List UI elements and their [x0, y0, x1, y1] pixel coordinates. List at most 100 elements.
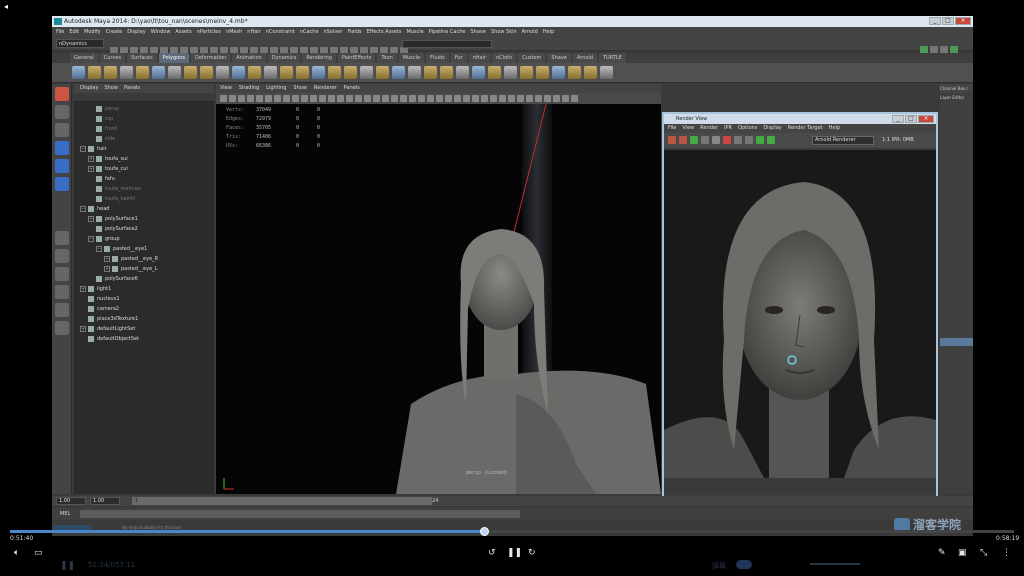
minimize-button[interactable]: _: [929, 17, 941, 25]
viewport-tool-icon[interactable]: [454, 95, 461, 102]
viewport-tool-icon[interactable]: [553, 95, 560, 102]
shelf-tool-icon[interactable]: [264, 66, 277, 79]
viewport-tool-icon[interactable]: [256, 95, 263, 102]
shelf-tool-icon[interactable]: [424, 66, 437, 79]
outliner-item[interactable]: fafu: [74, 174, 214, 184]
outliner-item[interactable]: + light1: [74, 284, 214, 294]
outliner-item[interactable]: place3dTexture1: [74, 314, 214, 324]
menu-nmesh[interactable]: nMesh: [226, 27, 242, 37]
viewport-tool-icon[interactable]: [427, 95, 434, 102]
viewport-menu-shading[interactable]: Shading: [239, 84, 259, 93]
viewport-tool-icon[interactable]: [490, 95, 497, 102]
viewport-tool-icon[interactable]: [526, 95, 533, 102]
expand-toggle-icon[interactable]: +: [80, 285, 86, 292]
shelf-tool-icon[interactable]: [504, 66, 517, 79]
lasso-tool-icon[interactable]: [54, 105, 69, 119]
expand-toggle-icon[interactable]: +: [104, 265, 110, 272]
menu-ncache[interactable]: nCache: [300, 27, 319, 37]
forward-icon[interactable]: ↻: [528, 548, 536, 558]
shelf-tab-turtle[interactable]: TURTLE: [599, 53, 626, 63]
viewport-menu-lighting[interactable]: Lighting: [266, 84, 286, 93]
layout-hypershade-icon[interactable]: [54, 303, 69, 317]
perspective-viewport[interactable]: Verts: 37049 0 0 Edges: 72979 0 0 Faces: 35705 0 0 T…: [216, 104, 661, 494]
outliner-item[interactable]: toufa_hairtil: [74, 194, 214, 204]
layout-single-icon[interactable]: [54, 231, 69, 245]
viewport-tool-icon[interactable]: [463, 95, 470, 102]
keep-image-icon[interactable]: [712, 136, 720, 144]
shelf-tab-shave[interactable]: Shave: [547, 53, 571, 63]
outliner-item[interactable]: − hair: [74, 144, 214, 154]
start-time-field[interactable]: 1.00: [56, 497, 86, 505]
viewport-menu-view[interactable]: View: [220, 84, 232, 93]
outliner-search-field[interactable]: [74, 93, 214, 102]
volume-icon[interactable]: 🔈︎: [14, 548, 19, 558]
outliner-item[interactable]: top: [74, 114, 214, 124]
expand-toggle-icon[interactable]: −: [88, 235, 94, 242]
shelf-tool-icon[interactable]: [88, 66, 101, 79]
menu-window[interactable]: Window: [151, 27, 171, 37]
viewport-tool-icon[interactable]: [292, 95, 299, 102]
shrink-icon[interactable]: ⤡: [980, 548, 987, 558]
viewport-tool-icon[interactable]: [382, 95, 389, 102]
shelf-tool-icon[interactable]: [568, 66, 581, 79]
rewind-icon[interactable]: ↺: [488, 548, 496, 558]
menu-display[interactable]: Display: [127, 27, 145, 37]
viewport-tool-icon[interactable]: [355, 95, 362, 102]
menu-arnold[interactable]: Arnold: [522, 27, 538, 37]
shelf-tab-painteffects[interactable]: PaintEffects: [337, 53, 376, 63]
render-menu-view[interactable]: View: [682, 124, 694, 133]
snapshot-icon[interactable]: [701, 136, 709, 144]
ipr-icon[interactable]: [767, 136, 775, 144]
menu-shave[interactable]: Shave: [470, 27, 485, 37]
outliner-item[interactable]: side: [74, 134, 214, 144]
viewport-tool-icon[interactable]: [220, 95, 227, 102]
close-button[interactable]: ×: [955, 17, 971, 25]
subtitles-icon[interactable]: ▭: [34, 548, 43, 558]
viewport-tool-icon[interactable]: [445, 95, 452, 102]
outliner-item[interactable]: defaultObjectSet: [74, 334, 214, 344]
viewport-tool-icon[interactable]: [301, 95, 308, 102]
viewport-tool-icon[interactable]: [562, 95, 569, 102]
viewport-tool-icon[interactable]: [247, 95, 254, 102]
back-arrow-icon[interactable]: ◂: [4, 2, 8, 11]
menu-modify[interactable]: Modify: [84, 27, 101, 37]
shelf-tab-polygons[interactable]: Polygons: [158, 53, 189, 63]
viewport-tool-icon[interactable]: [391, 95, 398, 102]
menu-help[interactable]: Help: [543, 27, 554, 37]
refresh-icon[interactable]: [690, 136, 698, 144]
viewport-tool-icon[interactable]: [337, 95, 344, 102]
renderer-selector[interactable]: Arnold Renderer: [812, 136, 874, 145]
channel-box-selected-row[interactable]: [940, 338, 973, 346]
layout-uv-icon[interactable]: [54, 321, 69, 335]
menu-muscle[interactable]: Muscle: [406, 27, 423, 37]
shelf-tool-icon[interactable]: [280, 66, 293, 79]
viewport-tool-icon[interactable]: [364, 95, 371, 102]
expand-toggle-icon[interactable]: +: [88, 155, 94, 162]
render-menu-options[interactable]: Options: [738, 124, 757, 133]
shelf-tool-icon[interactable]: [248, 66, 261, 79]
shelf-tool-icon[interactable]: [488, 66, 501, 79]
render-menu-display[interactable]: Display: [763, 124, 781, 133]
render-maximize-button[interactable]: □: [905, 115, 917, 123]
select-tool-icon[interactable]: [54, 87, 69, 101]
shelf-tab-muscle[interactable]: Muscle: [398, 53, 425, 63]
viewport-tool-icon[interactable]: [310, 95, 317, 102]
render-menu-ipr[interactable]: IPR: [724, 124, 732, 133]
outliner-menu-panels[interactable]: Panels: [124, 84, 140, 93]
menu-nhair[interactable]: nHair: [247, 27, 260, 37]
outliner-item[interactable]: + defaultLightSet: [74, 324, 214, 334]
layout-persp-outliner-icon[interactable]: [54, 267, 69, 281]
viewport-tool-icon[interactable]: [481, 95, 488, 102]
shelf-tab-custom[interactable]: Custom: [518, 53, 546, 63]
shelf-tool-icon[interactable]: [472, 66, 485, 79]
menu-pipeline-cache[interactable]: Pipeline Cache: [429, 27, 466, 37]
outliner-item[interactable]: toufa_meimao: [74, 184, 214, 194]
menu-edit[interactable]: Edit: [69, 27, 79, 37]
shelf-tab-arnold[interactable]: Arnold: [572, 53, 598, 63]
shelf-tool-icon[interactable]: [136, 66, 149, 79]
playback-progress-bar[interactable]: [10, 527, 1014, 536]
expand-toggle-icon[interactable]: +: [80, 325, 86, 332]
outliner-item[interactable]: + toufa_sui: [74, 154, 214, 164]
shelf-tab-rendering[interactable]: Rendering: [302, 53, 336, 63]
viewport-tool-icon[interactable]: [373, 95, 380, 102]
